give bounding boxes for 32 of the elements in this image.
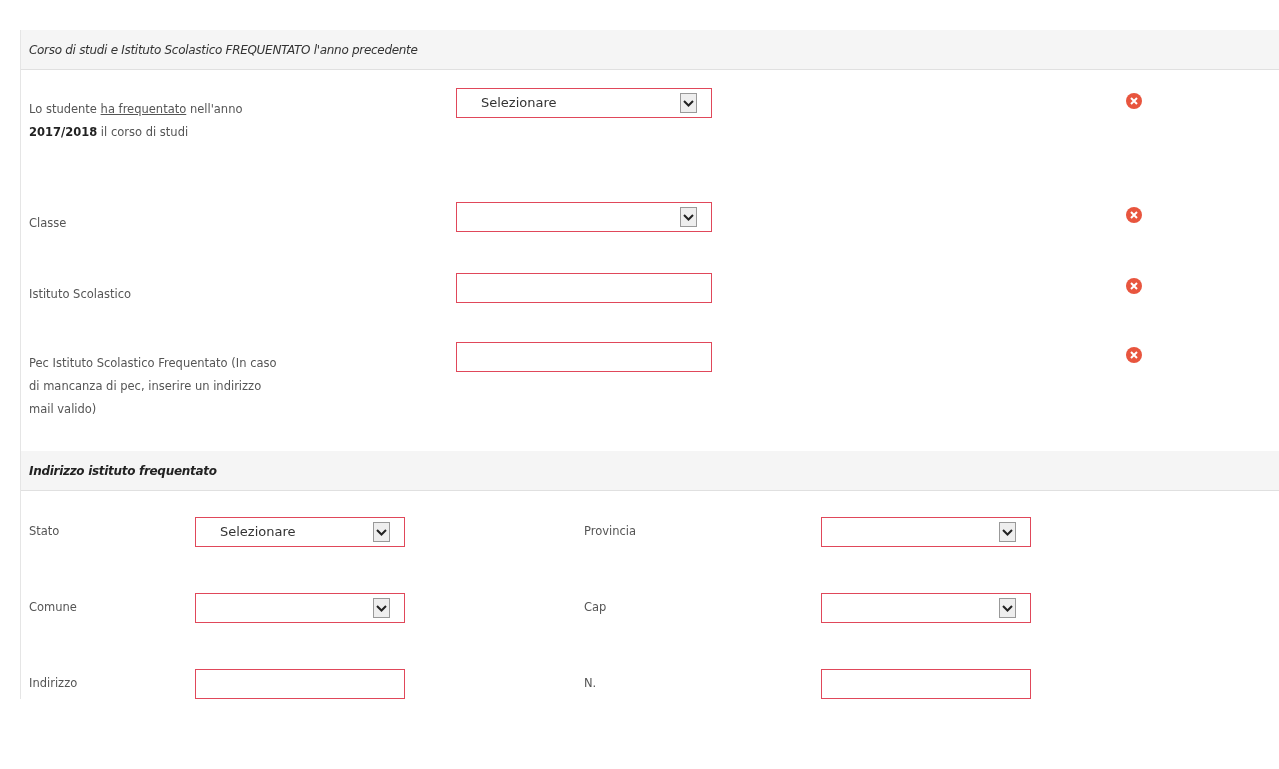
chevron-down-icon xyxy=(680,207,697,227)
input-field[interactable] xyxy=(821,669,1031,699)
select-field[interactable] xyxy=(456,202,712,232)
field-label: Pec Istituto Scolastico Frequentato (In caso di mancanza di pec, inserire un indirizzo mail valido) xyxy=(29,355,278,418)
input-field[interactable] xyxy=(195,669,405,699)
field-label: Provincia xyxy=(584,523,638,541)
error-icon xyxy=(1126,93,1142,109)
error-icon xyxy=(1126,207,1142,223)
field-label: Cap xyxy=(584,599,608,617)
select-field[interactable]: Selezionare xyxy=(195,517,405,547)
field-label: Lo studente ha frequentato nell'anno 2017/2018 il corso di studi xyxy=(29,101,244,141)
chevron-down-icon xyxy=(999,522,1016,542)
select-field[interactable]: Selezionare xyxy=(456,88,712,118)
field-label: N. xyxy=(584,675,598,693)
field-label: Istituto Scolastico xyxy=(29,286,133,303)
select-field[interactable] xyxy=(195,593,405,623)
field-label: Indirizzo xyxy=(29,675,79,693)
select-field[interactable] xyxy=(821,517,1031,547)
input-field[interactable] xyxy=(456,273,712,303)
input-field[interactable] xyxy=(456,342,712,372)
field-label: Stato xyxy=(29,523,61,541)
chevron-down-icon xyxy=(680,93,697,113)
section-header: Corso di studi e Istituto Scolastico FREQUENTATO l'anno precedente xyxy=(21,30,1279,70)
section-header: Indirizzo istituto frequentato xyxy=(21,451,1279,491)
field-label: Comune xyxy=(29,599,78,617)
error-icon xyxy=(1126,278,1142,294)
chevron-down-icon xyxy=(373,522,390,542)
field-label: Classe xyxy=(29,215,68,232)
chevron-down-icon xyxy=(373,598,390,618)
chevron-down-icon xyxy=(999,598,1016,618)
error-icon xyxy=(1126,347,1142,363)
select-field[interactable] xyxy=(821,593,1031,623)
